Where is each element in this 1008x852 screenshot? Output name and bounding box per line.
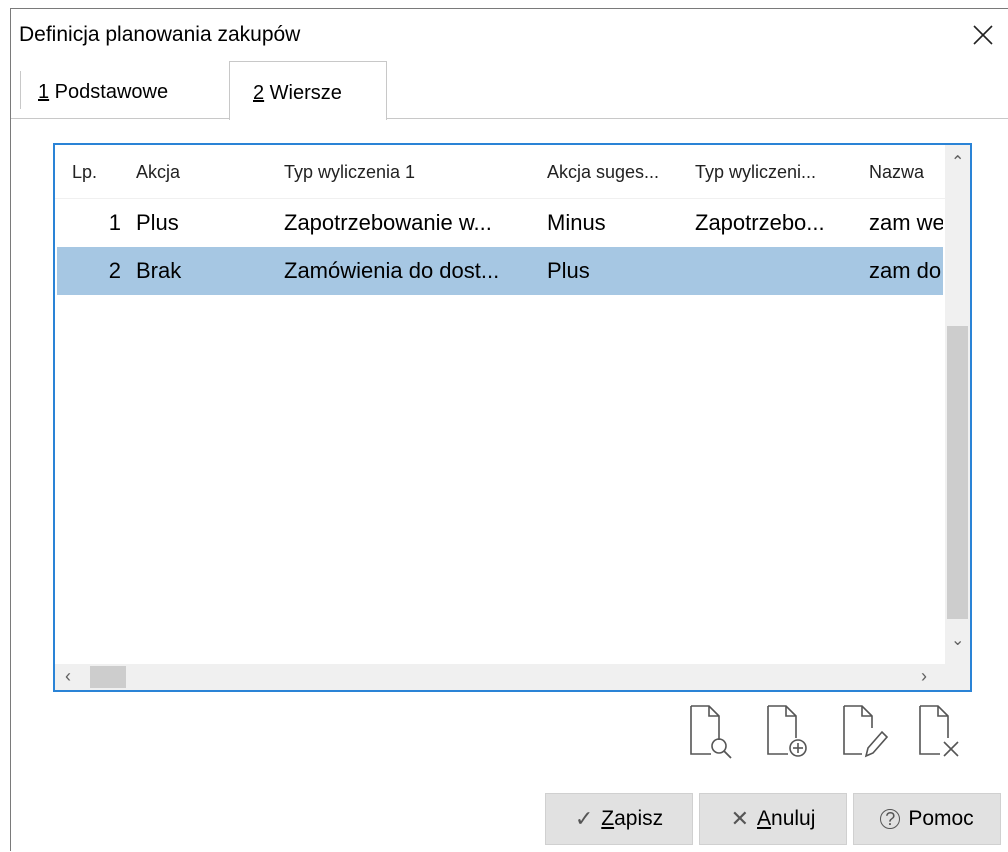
- scroll-down-arrow-icon[interactable]: ⌄: [951, 633, 964, 649]
- table-row-selected[interactable]: 2 Brak Zamówienia do dost... Plus zam do…: [57, 247, 943, 295]
- cancel-label: Anuluj: [757, 807, 816, 830]
- document-add-icon[interactable]: [766, 704, 812, 760]
- help-label: Pomoc: [908, 807, 974, 830]
- dialog-window: Definicja planowania zakupów 1 Podstawow…: [10, 8, 1008, 851]
- save-button[interactable]: ✓ Zapisz: [545, 793, 693, 845]
- scroll-up-arrow-icon[interactable]: ⌃: [951, 155, 964, 171]
- cell-lp: 2: [108, 258, 121, 283]
- cell-akcja-sugerowana: Plus: [547, 258, 590, 283]
- save-label: Zapisz: [601, 807, 664, 830]
- col-header-akcja[interactable]: Akcja: [136, 162, 256, 183]
- cell-typ-wyliczenia-1: Zapotrzebowanie w...: [284, 210, 492, 235]
- cell-nazwa: zam wewn: [869, 210, 943, 235]
- document-edit-icon[interactable]: [842, 704, 889, 760]
- tab-strip: 1 Podstawowe 2 Wiersze: [11, 61, 1008, 120]
- scroll-left-arrow-icon[interactable]: ‹: [65, 667, 71, 685]
- tab-podstawowe-hotkey: 1: [38, 81, 50, 103]
- tab-podstawowe[interactable]: 1 Podstawowe: [20, 71, 168, 109]
- cell-lp: 1: [108, 210, 121, 235]
- window-title: Definicja planowania zakupów: [19, 23, 301, 46]
- cell-typ-wyliczenia-1: Zamówienia do dost...: [284, 258, 500, 283]
- cell-akcja: Plus: [136, 210, 179, 235]
- col-header-typ-wyliczenia-1[interactable]: Typ wyliczenia 1: [284, 162, 534, 183]
- cell-nazwa: zam do dost: [869, 258, 943, 283]
- close-button[interactable]: [957, 9, 1008, 61]
- horizontal-scrollbar[interactable]: ‹ ›: [55, 664, 970, 690]
- tab-wiersze[interactable]: 2 Wiersze: [229, 61, 387, 120]
- tab-podstawowe-label: Podstawowe: [49, 81, 169, 103]
- tab-content: Lp. Akcja Typ wyliczenia 1 Akcja suges..…: [11, 118, 1008, 852]
- document-delete-icon[interactable]: [918, 704, 964, 760]
- col-header-nazwa[interactable]: Nazwa: [869, 162, 939, 183]
- col-header-typ-wyliczenia-2[interactable]: Typ wyliczeni...: [695, 162, 855, 183]
- help-circle-icon: ?: [880, 809, 901, 829]
- vertical-scrollbar[interactable]: ⌃ ⌄: [945, 145, 970, 664]
- tab-wiersze-label: Wiersze: [264, 82, 342, 104]
- vertical-scroll-thumb[interactable]: [947, 326, 968, 619]
- cancel-button[interactable]: ✕ Anuluj: [699, 793, 847, 845]
- cell-akcja-sugerowana: Minus: [547, 210, 606, 235]
- scroll-right-arrow-icon[interactable]: ›: [921, 667, 927, 685]
- cross-icon: ✕: [730, 806, 750, 831]
- col-header-akcja-sugerowana[interactable]: Akcja suges...: [547, 162, 687, 183]
- title-bar: Definicja planowania zakupów: [11, 9, 1008, 61]
- help-button[interactable]: ? Pomoc: [853, 793, 1001, 845]
- col-header-lp[interactable]: Lp.: [72, 162, 112, 183]
- rows-grid[interactable]: Lp. Akcja Typ wyliczenia 1 Akcja suges..…: [53, 143, 972, 692]
- cell-akcja: Brak: [136, 258, 182, 283]
- checkmark-icon: ✓: [574, 806, 594, 831]
- table-row[interactable]: 1 Plus Zapotrzebowanie w... Minus Zapotr…: [57, 199, 943, 247]
- grid-header: Lp. Akcja Typ wyliczenia 1 Akcja suges..…: [55, 145, 945, 199]
- horizontal-scroll-thumb[interactable]: [90, 666, 126, 688]
- document-preview-icon[interactable]: [689, 704, 735, 760]
- close-icon: [973, 25, 993, 45]
- cell-typ-wyliczenia-2: Zapotrzebo...: [695, 210, 825, 235]
- tab-wiersze-hotkey: 2: [253, 82, 265, 104]
